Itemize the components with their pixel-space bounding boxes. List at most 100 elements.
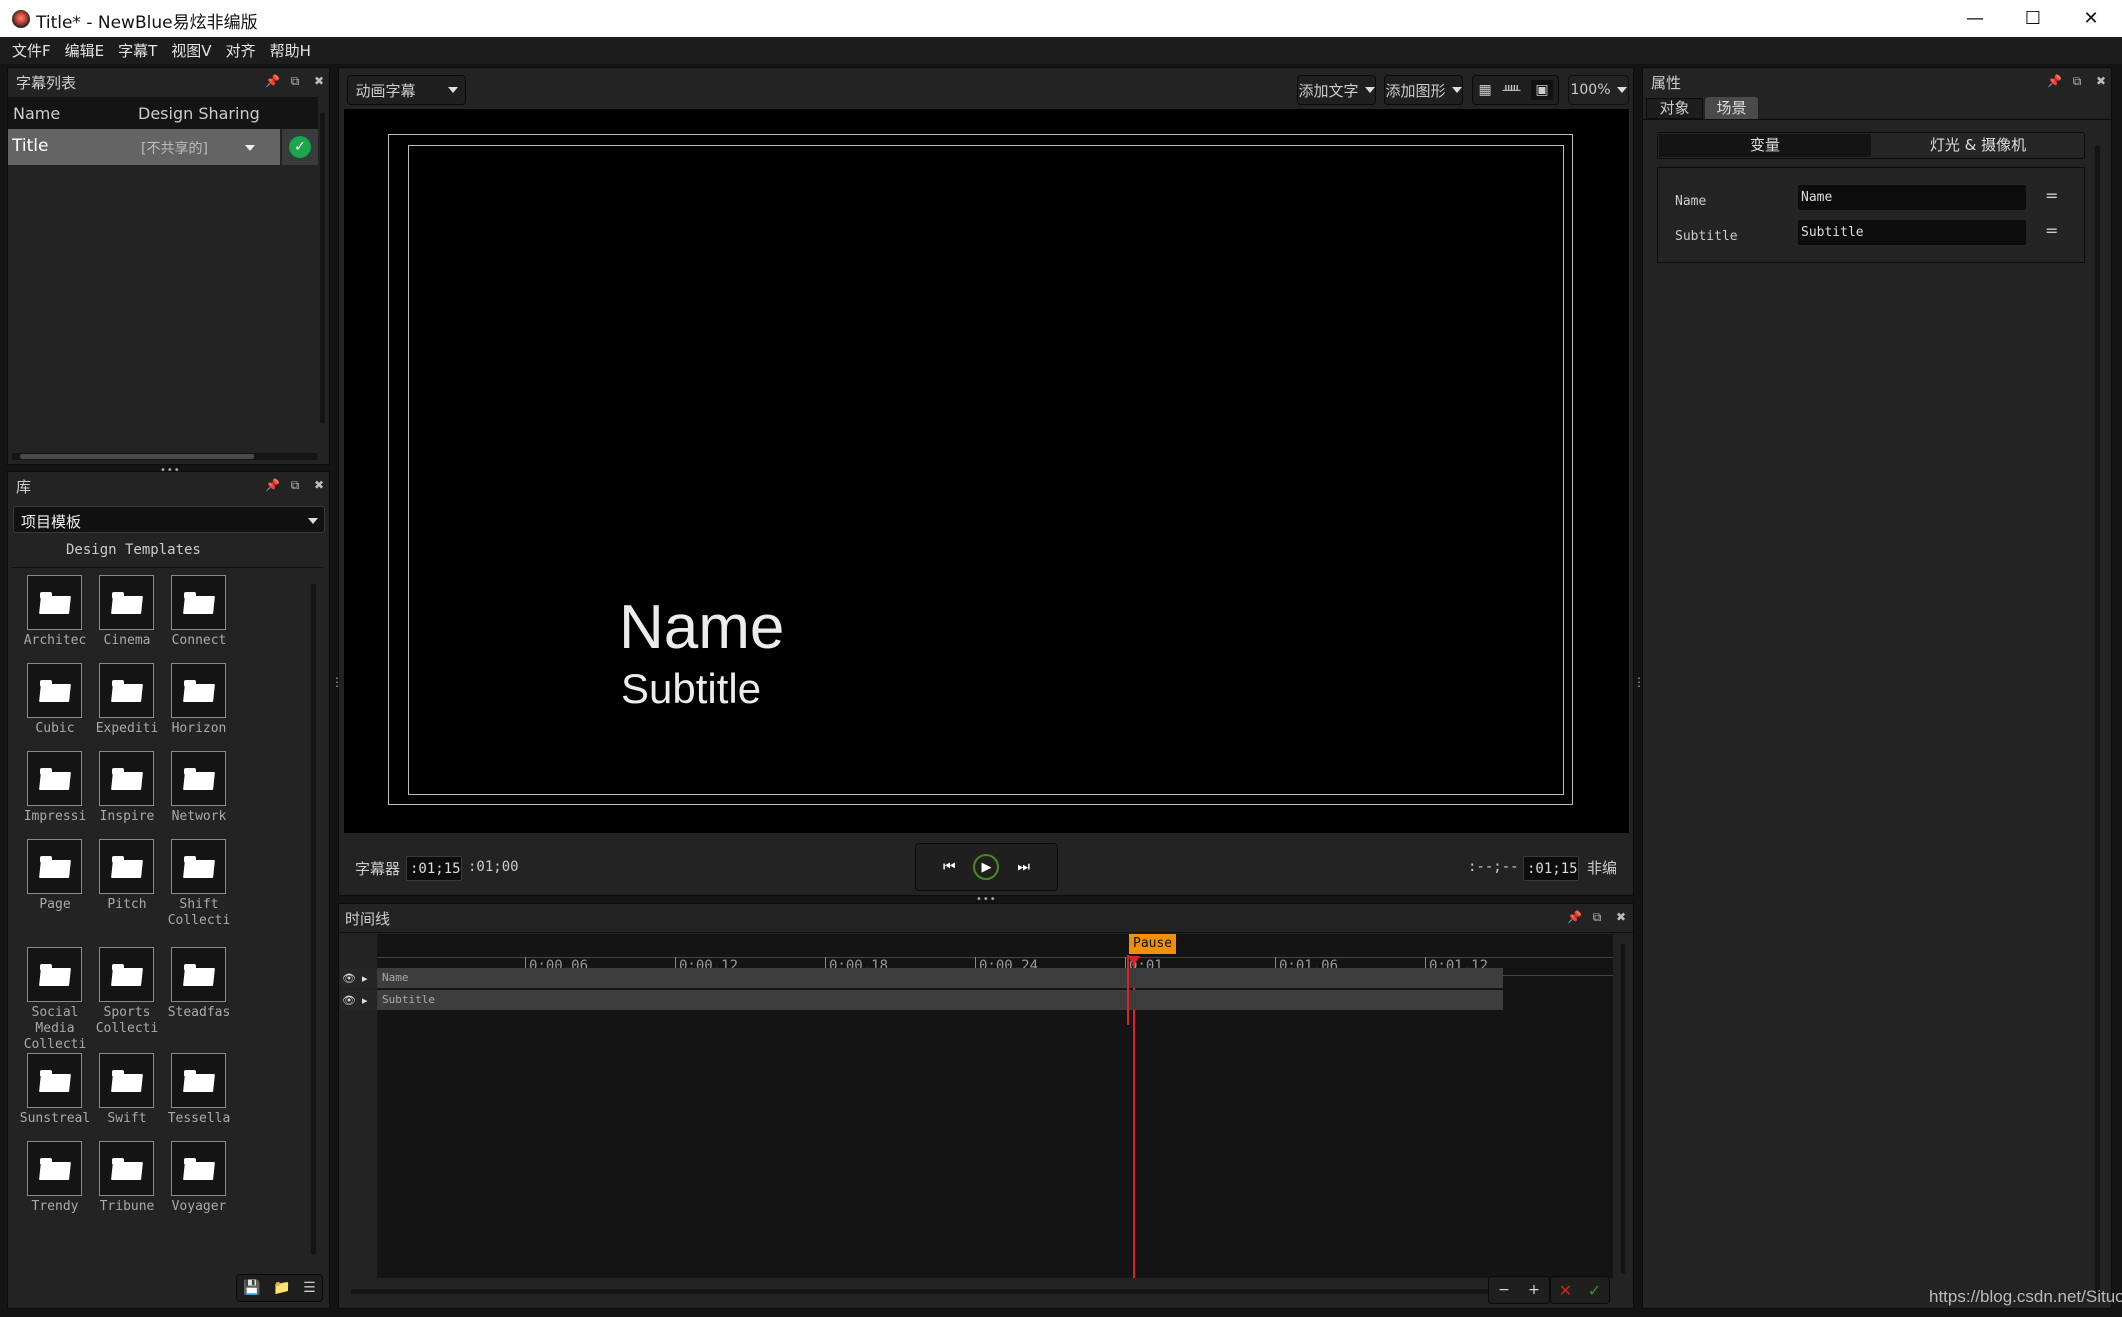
tab-scene[interactable]: 场景 (1705, 97, 1758, 119)
horizontal-scrollbar[interactable] (351, 1289, 1491, 1294)
var-input-name[interactable]: Name (1798, 185, 2026, 210)
expand-icon[interactable]: ▸ (362, 972, 368, 985)
splitter-handle[interactable]: ⋮ (1633, 676, 1645, 688)
eye-icon[interactable]: 👁 (342, 994, 356, 1007)
float-icon[interactable]: ⧉ (289, 478, 301, 493)
template-item[interactable]: Connect (162, 575, 236, 649)
close-window-button[interactable]: ✕ (2062, 0, 2120, 37)
close-panel-icon[interactable]: ✖ (1615, 910, 1627, 925)
list-item[interactable]: Title [不共享的] (8, 129, 280, 165)
template-thumbnail[interactable] (27, 751, 82, 806)
play-icon[interactable]: ▶ (973, 854, 1000, 880)
zoom-dropdown[interactable]: 100% (1568, 75, 1629, 105)
template-thumbnail[interactable] (27, 839, 82, 894)
vertical-scrollbar[interactable] (311, 584, 316, 1254)
eye-icon[interactable]: 👁 (342, 972, 356, 985)
float-icon[interactable]: ⧉ (2071, 74, 2083, 89)
template-item[interactable]: Swift (90, 1053, 164, 1127)
bind-icon[interactable]: = (2045, 186, 2058, 205)
template-item[interactable]: Social Media Collecti Vol (18, 947, 92, 1069)
template-item[interactable]: Steadfas (162, 947, 236, 1021)
template-item[interactable]: Tessella (162, 1053, 236, 1127)
template-thumbnail[interactable] (171, 575, 226, 630)
add-folder-icon[interactable]: 📁 (273, 1280, 290, 1296)
template-thumbnail[interactable] (171, 1053, 226, 1108)
template-thumbnail[interactable] (27, 947, 82, 1002)
template-item[interactable]: Inspire (90, 751, 164, 825)
template-item[interactable]: Page (18, 839, 92, 913)
vertical-scrollbar[interactable] (320, 113, 325, 423)
template-thumbnail[interactable] (171, 839, 226, 894)
expand-icon[interactable]: ▸ (362, 994, 368, 1007)
template-thumbnail[interactable] (99, 839, 154, 894)
template-thumbnail[interactable] (171, 751, 226, 806)
track-subtitle[interactable]: Subtitle (377, 990, 1503, 1010)
column-design-sharing[interactable]: Design Sharing (138, 104, 260, 123)
splitter-handle[interactable]: ⋮ (331, 676, 343, 688)
template-thumbnail[interactable] (27, 663, 82, 718)
menu-align[interactable]: 对齐 (226, 40, 256, 61)
minimize-button[interactable]: — (1946, 0, 2004, 37)
check-icon[interactable]: ✓ (289, 136, 311, 158)
safe-area-icon[interactable]: ▣ (1531, 80, 1553, 100)
tab-object[interactable]: 对象 (1646, 98, 1703, 119)
template-thumbnail[interactable] (99, 947, 154, 1002)
preview-canvas[interactable]: Name Subtitle (344, 109, 1629, 833)
ruler-icon[interactable]: ᚊ (1503, 83, 1521, 98)
template-item[interactable]: Trendy (18, 1141, 92, 1215)
close-panel-icon[interactable]: ✖ (313, 74, 325, 89)
maximize-button[interactable]: ☐ (2004, 0, 2062, 37)
pin-icon[interactable]: 📌 (265, 74, 280, 89)
template-item[interactable]: Expediti (90, 663, 164, 737)
template-thumbnail[interactable] (99, 1141, 154, 1196)
pause-marker[interactable]: Pause (1129, 934, 1177, 954)
template-thumbnail[interactable] (27, 1141, 82, 1196)
close-panel-icon[interactable]: ✖ (2095, 74, 2107, 89)
sharing-dropdown[interactable]: [不共享的] (141, 138, 208, 158)
save-template-icon[interactable]: 💾 (243, 1280, 260, 1296)
template-thumbnail[interactable] (171, 1141, 226, 1196)
menu-help[interactable]: 帮助H (270, 40, 311, 61)
subtab-variables[interactable]: 变量 (1659, 134, 1871, 157)
scrollbar-thumb[interactable] (20, 454, 254, 459)
mode-dropdown[interactable]: 动画字幕 (347, 75, 466, 105)
template-thumbnail[interactable] (99, 663, 154, 718)
cancel-icon[interactable]: ✕ (1559, 1281, 1572, 1300)
template-item[interactable]: Shift Collecti (162, 839, 236, 929)
column-name[interactable]: Name (13, 104, 60, 123)
template-thumbnail[interactable] (27, 1053, 82, 1108)
template-thumbnail[interactable] (99, 575, 154, 630)
template-item[interactable]: Impressi (18, 751, 92, 825)
confirm-icon[interactable]: ✓ (1588, 1281, 1601, 1300)
zoom-out-button[interactable]: − (1498, 1282, 1510, 1298)
canvas-subtitle-text[interactable]: Subtitle (621, 668, 761, 710)
pin-icon[interactable]: 📌 (1567, 910, 1582, 925)
library-source-dropdown[interactable]: 项目模板 (13, 506, 325, 533)
template-item[interactable]: Cubic (18, 663, 92, 737)
zoom-in-button[interactable]: + (1528, 1282, 1540, 1298)
template-item[interactable]: Voyager (162, 1141, 236, 1215)
template-item[interactable]: Pitch (90, 839, 164, 913)
subtab-lighting-camera[interactable]: 灯光 & 摄像机 (1872, 134, 2084, 157)
float-icon[interactable]: ⧉ (289, 74, 301, 89)
bind-icon[interactable]: = (2045, 221, 2058, 240)
out-point-field[interactable]: :01;15 (1523, 856, 1579, 881)
canvas-name-text[interactable]: Name (619, 597, 784, 659)
vertical-scrollbar[interactable] (1621, 944, 1625, 1274)
template-thumbnail[interactable] (99, 751, 154, 806)
template-item[interactable]: Horizon (162, 663, 236, 737)
close-panel-icon[interactable]: ✖ (313, 478, 325, 493)
list-view-icon[interactable]: ☰ (303, 1280, 316, 1296)
pin-icon[interactable]: 📌 (265, 478, 280, 493)
template-thumbnail[interactable] (171, 947, 226, 1002)
skip-back-icon[interactable]: ⏮ (943, 859, 956, 875)
template-item[interactable]: Cinema (90, 575, 164, 649)
chevron-down-icon[interactable] (245, 145, 255, 151)
template-thumbnail[interactable] (99, 1053, 154, 1108)
track-name[interactable]: Name (377, 968, 1503, 988)
template-item[interactable]: Architec (18, 575, 92, 649)
add-text-button[interactable]: 添加文字 (1297, 75, 1376, 105)
pin-icon[interactable]: 📌 (2047, 74, 2062, 89)
duration-field[interactable]: :01;15 (406, 856, 462, 881)
template-item[interactable]: Tribune (90, 1141, 164, 1215)
